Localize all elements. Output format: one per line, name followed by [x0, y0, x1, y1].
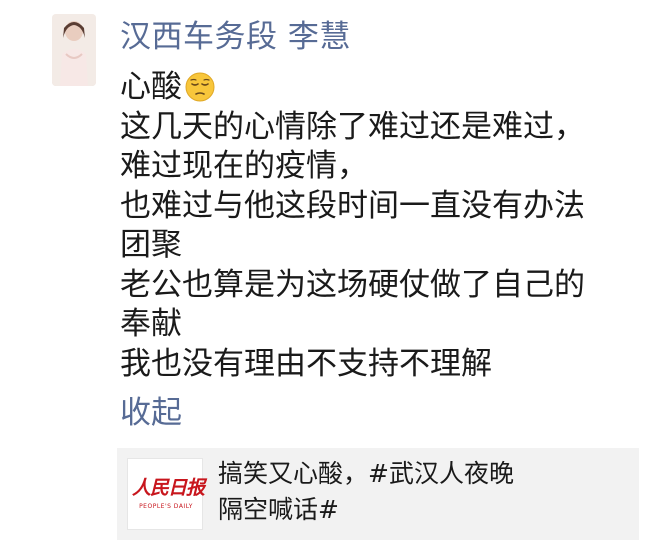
- avatar[interactable]: [52, 14, 96, 86]
- post-line: 团聚: [120, 227, 182, 263]
- author-name[interactable]: 汉西车务段 李慧: [120, 14, 351, 60]
- avatar-photo: [52, 14, 96, 86]
- pensive-face-icon: [184, 71, 216, 103]
- post-line: 这几天的心情除了难过还是难过，: [120, 108, 585, 145]
- peoples-daily-logo: 人民日报 PEOPLE'S DAILY: [127, 458, 205, 530]
- collapse-link[interactable]: 收起: [120, 390, 182, 436]
- post-line: 奉献: [120, 306, 182, 342]
- post-content: 心酸 这几天的心情除了难过还是难过， 难过现在的疫情， 也难过与他这段时间一直没…: [120, 68, 640, 384]
- post-line: 心酸: [120, 68, 640, 108]
- shared-title-line: 搞笑又心酸，#武汉人夜晚: [218, 459, 514, 488]
- shared-article-card[interactable]: 人民日报 PEOPLE'S DAILY 搞笑又心酸，#武汉人夜晚 隔空喊话#: [117, 448, 639, 540]
- shared-title-line: 隔空喊话#: [218, 495, 339, 524]
- post-line: 我也没有理由不支持不理解: [120, 345, 492, 382]
- post-line: 老公也算是为这场硬仗做了自己的: [120, 266, 585, 303]
- post-line: 难过现在的疫情，: [120, 148, 368, 184]
- shared-article-title: 搞笑又心酸，#武汉人夜晚 隔空喊话#: [218, 456, 618, 528]
- post-line: 也难过与他这段时间一直没有办法: [120, 187, 585, 224]
- logo-subtext: PEOPLE'S DAILY: [139, 503, 193, 510]
- post-first-line: 心酸: [120, 69, 182, 105]
- logo-text: 人民日报: [132, 477, 205, 499]
